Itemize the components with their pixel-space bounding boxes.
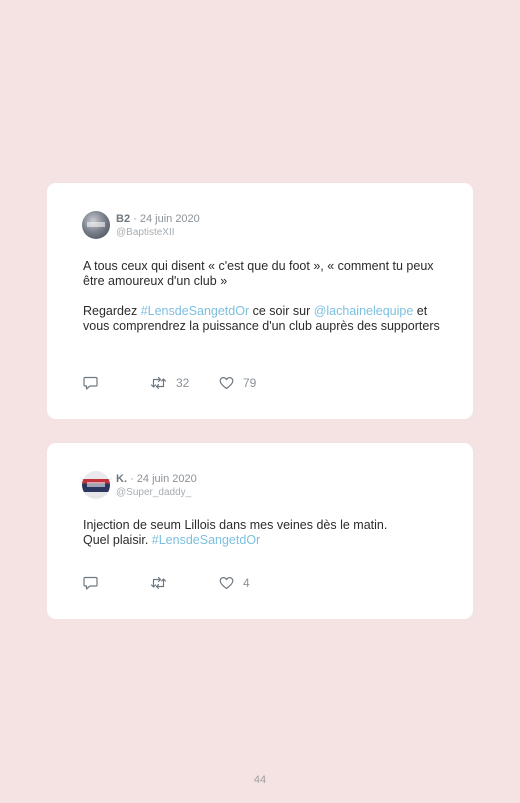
like-icon <box>219 577 234 590</box>
reply-button[interactable] <box>83 576 98 590</box>
reply-icon <box>83 576 98 590</box>
avatar[interactable] <box>82 471 110 499</box>
hashtag-link[interactable]: #LensdeSangetdOr <box>141 304 249 318</box>
tweet-header: K. · 24 juin 2020 @Super_daddy_ <box>116 472 197 499</box>
user-handle[interactable]: @BaptisteXII <box>116 226 200 239</box>
user-handle[interactable]: @Super_daddy_ <box>116 486 197 499</box>
tweet-paragraph: Regardez #LensdeSangetdOr ce soir sur @l… <box>83 304 443 334</box>
display-name[interactable]: K. <box>116 473 127 485</box>
hashtag-link[interactable]: #LensdeSangetdOr <box>152 533 260 547</box>
retweet-icon <box>150 376 167 390</box>
page-number: 44 <box>253 774 267 786</box>
tweet-actions: 32 79 <box>83 376 443 390</box>
tweet-date: · 24 juin 2020 <box>133 213 200 225</box>
tweet-header: B2 · 24 juin 2020 @BaptisteXII <box>116 212 200 239</box>
tweet-line: Quel plaisir. #LensdeSangetdOr <box>83 533 443 548</box>
retweet-button[interactable]: 32 <box>150 376 189 390</box>
tweet-card: K. · 24 juin 2020 @Super_daddy_ Injectio… <box>47 443 473 619</box>
tweet-text: Injection de seum Lillois dans mes veine… <box>83 518 443 548</box>
tweet-text: A tous ceux qui disent « c'est que du fo… <box>83 259 443 334</box>
like-count: 79 <box>243 376 257 390</box>
tweet-paragraph: A tous ceux qui disent « c'est que du fo… <box>83 259 434 288</box>
text-segment: Regardez <box>83 304 141 318</box>
like-icon <box>219 377 234 390</box>
text-segment: ce soir sur <box>249 304 314 318</box>
retweet-icon <box>150 576 167 590</box>
tweet-date: · 24 juin 2020 <box>130 473 197 485</box>
avatar[interactable] <box>82 211 110 239</box>
tweet-actions: 4 <box>83 576 443 590</box>
retweet-button[interactable] <box>150 576 167 590</box>
like-count: 4 <box>243 576 250 590</box>
tweet-line: Injection de seum Lillois dans mes veine… <box>83 518 388 532</box>
mention-link[interactable]: @lachainelequipe <box>314 304 414 318</box>
tweet-card: B2 · 24 juin 2020 @BaptisteXII A tous ce… <box>47 183 473 419</box>
like-button[interactable]: 79 <box>219 376 256 390</box>
reply-icon <box>83 376 98 390</box>
text-segment: Quel plaisir. <box>83 533 152 547</box>
like-button[interactable]: 4 <box>219 576 250 590</box>
reply-button[interactable] <box>83 376 98 390</box>
retweet-count: 32 <box>176 376 190 390</box>
display-name[interactable]: B2 <box>116 213 130 225</box>
